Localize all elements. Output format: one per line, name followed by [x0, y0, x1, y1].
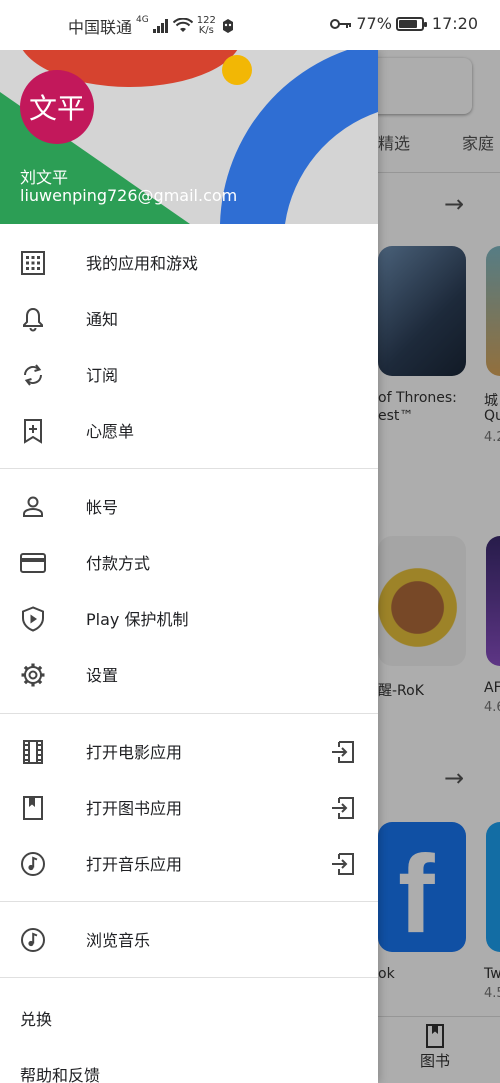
network-type: 4G [136, 15, 149, 25]
book-icon [23, 796, 43, 820]
menu-settings[interactable]: 设置 [0, 646, 378, 702]
account-name: 刘文平 [20, 168, 69, 187]
menu-subscriptions[interactable]: 订阅 [0, 346, 378, 402]
menu-label: 打开电影应用 [86, 743, 183, 762]
menu-label: 设置 [86, 666, 119, 685]
status-left: 中国联通 4G 122 K/s [68, 14, 236, 38]
account-header: 文平 刘文平 liuwenping726@gmail.com [0, 50, 378, 224]
menu-help-feedback[interactable]: 帮助和反馈 [20, 1062, 100, 1083]
menu-my-apps-games[interactable]: 我的应用和游戏 [0, 234, 378, 290]
clock: 17:20 [431, 14, 478, 33]
wifi-icon [172, 18, 193, 32]
section-divider [0, 713, 378, 714]
film-icon [23, 740, 43, 764]
menu-label: 打开音乐应用 [86, 855, 183, 874]
menu-label: 通知 [86, 310, 119, 329]
menu-open-music-app[interactable]: 打开音乐应用 [0, 835, 378, 891]
grid-icon [21, 251, 45, 275]
section-divider [0, 468, 378, 469]
signal-icon [152, 19, 168, 33]
gear-icon [21, 663, 45, 687]
menu-label: 付款方式 [86, 554, 151, 573]
section-divider [0, 977, 378, 978]
notification-app-icon [222, 19, 233, 33]
shield-play-icon [22, 606, 44, 632]
battery-icon [395, 16, 427, 31]
section-divider [0, 901, 378, 902]
net-speed: 122 K/s [197, 16, 216, 36]
menu-open-books-app[interactable]: 打开图书应用 [0, 779, 378, 835]
account-email[interactable]: liuwenping726@gmail.com [20, 186, 237, 205]
open-app-icon [332, 853, 354, 875]
menu-label: 心愿单 [86, 422, 135, 441]
menu-wishlist[interactable]: 心愿单 [0, 402, 378, 458]
menu-account[interactable]: 帐号 [0, 478, 378, 534]
person-icon [23, 496, 43, 517]
refresh-icon [24, 364, 42, 386]
menu-label: 订阅 [86, 366, 119, 385]
battery-percent: 77% [356, 14, 392, 33]
net-speed-unit: K/s [198, 25, 214, 36]
menu-label: 我的应用和游戏 [86, 254, 199, 273]
avatar[interactable]: 文平 [20, 70, 94, 144]
navigation-drawer: 文平 刘文平 liuwenping726@gmail.com 我的应用和游戏 通… [0, 50, 378, 1083]
open-app-icon [332, 797, 354, 819]
open-app-icon [332, 741, 354, 763]
menu-play-protect[interactable]: Play 保护机制 [0, 590, 378, 646]
menu-browse-music[interactable]: 浏览音乐 [0, 911, 378, 967]
menu-label: 浏览音乐 [86, 931, 151, 950]
music-icon [21, 928, 45, 952]
status-bar: 中国联通 4G 122 K/s 77% 17:20 [0, 0, 500, 50]
credit-card-icon [20, 553, 46, 573]
music-icon [21, 852, 45, 876]
carrier-name: 中国联通 [68, 18, 133, 37]
menu-notifications[interactable]: 通知 [0, 290, 378, 346]
menu-label: 帐号 [86, 498, 119, 517]
menu-label: Play 保护机制 [86, 610, 189, 629]
menu-open-movies-app[interactable]: 打开电影应用 [0, 723, 378, 779]
status-right: 77% 17:20 [330, 14, 478, 33]
bookmark-add-icon [24, 419, 42, 444]
menu-label: 打开图书应用 [86, 799, 183, 818]
menu-payment-methods[interactable]: 付款方式 [0, 534, 378, 590]
key-icon [330, 18, 352, 29]
bell-icon [23, 307, 43, 332]
menu-redeem[interactable]: 兑换 [20, 1006, 52, 1030]
